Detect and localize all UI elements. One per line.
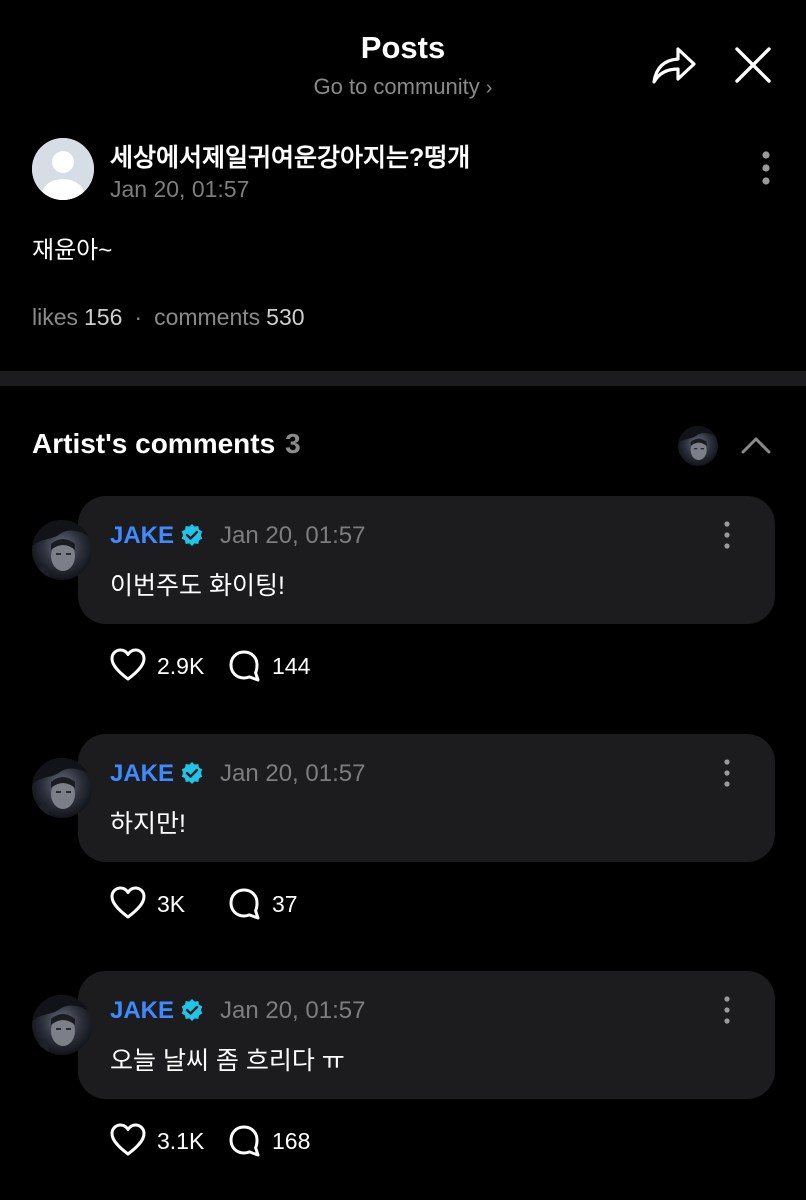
speech-bubble-icon	[229, 650, 260, 682]
artist-comments-header: Artist's comments 3	[0, 400, 806, 490]
artist-comment: JAKE Jan 20, 01:57 이번주도 화이팅! 2.9K 144	[0, 496, 806, 716]
verified-badge-icon	[180, 523, 204, 547]
artist-comment: JAKE Jan 20, 01:57 하지만! 3K 37	[0, 734, 806, 954]
artist-comments-title: Artist's comments 3	[32, 428, 301, 460]
comment-timestamp: Jan 20, 01:57	[220, 760, 366, 787]
artist-comment: JAKE Jan 20, 01:57 오늘 날씨 좀 흐리다 ㅠ 3.1K 16…	[0, 971, 806, 1191]
comment-text: 하지만!	[110, 810, 186, 838]
artist-comments-count: 3	[285, 428, 301, 459]
like-button[interactable]	[110, 886, 146, 920]
chevron-up-icon	[741, 437, 771, 454]
likes-count: 156	[84, 304, 123, 330]
reply-button[interactable]	[228, 1124, 262, 1158]
comment-author[interactable]: JAKE	[110, 997, 174, 1025]
comment-timestamp: Jan 20, 01:57	[220, 997, 366, 1024]
comment-text: 오늘 날씨 좀 흐리다 ㅠ	[110, 1047, 345, 1075]
comment-more-button[interactable]	[712, 995, 742, 1025]
reply-count: 168	[272, 1128, 311, 1154]
reply-count: 144	[272, 653, 311, 679]
verified-badge-icon	[180, 761, 204, 785]
share-button[interactable]	[648, 42, 700, 90]
comments-label[interactable]: comments	[154, 304, 260, 330]
speech-bubble-icon	[229, 888, 260, 920]
avatar-placeholder-icon	[32, 138, 94, 200]
more-vertical-icon	[724, 759, 730, 787]
verified-badge-icon	[180, 998, 204, 1022]
comment-more-button[interactable]	[712, 758, 742, 788]
artist-avatar-image	[32, 520, 92, 580]
post-author-name[interactable]: 세상에서제일귀여운강아지는?떵개	[110, 138, 470, 174]
comment-bubble[interactable]	[78, 496, 775, 624]
more-vertical-icon	[724, 521, 730, 549]
reply-button[interactable]	[228, 649, 262, 683]
reply-count: 37	[272, 891, 298, 917]
more-vertical-icon	[762, 151, 770, 185]
like-button[interactable]	[110, 648, 146, 682]
like-count: 2.9K	[157, 653, 205, 679]
likes-label: likes	[32, 304, 79, 330]
comment-avatar[interactable]	[32, 758, 92, 818]
comment-author[interactable]: JAKE	[110, 522, 174, 550]
post-card: 세상에서제일귀여운강아지는?떵개 Jan 20, 01:57 재윤아~ like…	[0, 120, 806, 370]
speech-bubble-icon	[229, 1125, 260, 1157]
artist-avatar-image	[32, 995, 92, 1055]
artist-comments-label: Artist's comments	[32, 428, 276, 459]
comment-avatar[interactable]	[32, 520, 92, 580]
artist-avatar[interactable]	[678, 426, 718, 466]
comment-more-button[interactable]	[712, 520, 742, 550]
comment-author[interactable]: JAKE	[110, 760, 174, 788]
author-avatar[interactable]	[32, 138, 94, 200]
like-count: 3K	[157, 891, 186, 917]
post-more-button[interactable]	[748, 150, 784, 190]
chevron-right-icon: ›	[485, 77, 493, 99]
artist-avatar-image	[678, 426, 718, 466]
heart-icon	[110, 886, 146, 919]
post-stats: likes 156 · comments 530	[32, 304, 305, 331]
go-to-community-label: Go to community	[313, 74, 480, 99]
comment-bubble[interactable]	[78, 971, 775, 1099]
share-icon	[652, 47, 696, 84]
post-timestamp: Jan 20, 01:57	[110, 176, 250, 202]
section-divider	[0, 371, 806, 386]
top-bar: Posts Go to community ›	[0, 0, 806, 110]
heart-icon	[110, 1123, 146, 1156]
collapse-button[interactable]	[738, 430, 774, 460]
heart-icon	[110, 648, 146, 681]
reply-button[interactable]	[228, 887, 262, 921]
close-button[interactable]	[732, 44, 774, 86]
more-vertical-icon	[724, 996, 730, 1024]
post-body: 재윤아~	[32, 237, 113, 264]
comment-bubble[interactable]	[78, 734, 775, 862]
close-icon	[735, 47, 771, 83]
like-button[interactable]	[110, 1123, 146, 1157]
stats-separator: ·	[134, 304, 143, 330]
like-count: 3.1K	[157, 1128, 205, 1154]
comment-text: 이번주도 화이팅!	[110, 572, 285, 600]
artist-avatar-image	[32, 758, 92, 818]
comments-count[interactable]: 530	[266, 304, 304, 330]
comment-avatar[interactable]	[32, 995, 92, 1055]
comment-timestamp: Jan 20, 01:57	[220, 522, 366, 549]
